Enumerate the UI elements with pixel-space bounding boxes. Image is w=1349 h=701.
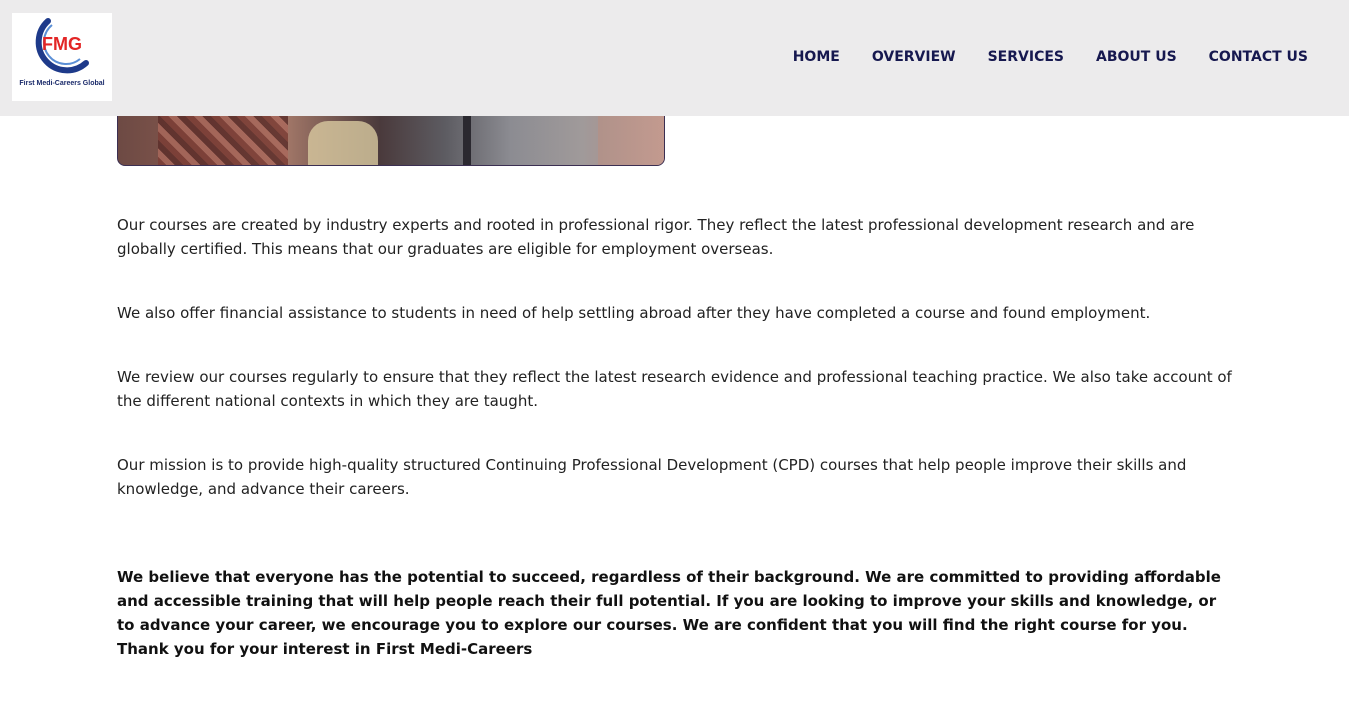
paragraph-mission: Our mission is to provide high-quality s… [117, 456, 1187, 498]
site-header: FMG First Medi-Careers Global HOME OVERV… [0, 0, 1349, 116]
photo-detail [308, 121, 378, 165]
nav-overview-link[interactable]: OVERVIEW [872, 49, 956, 65]
paragraph-financial-assistance: We also offer financial assistance to st… [117, 304, 1151, 322]
logo-subtitle: First Medi-Careers Global [19, 80, 105, 87]
nav-services-link[interactable]: SERVICES [988, 49, 1064, 65]
company-logo[interactable]: FMG First Medi-Careers Global [12, 13, 112, 101]
main-navigation: HOME OVERVIEW SERVICES ABOUT US CONTACT … [793, 49, 1308, 65]
paragraph-belief: We believe that everyone has the potenti… [117, 568, 1221, 658]
photo-detail [158, 111, 288, 165]
main-content: Our courses are created by industry expe… [117, 213, 1232, 701]
nav-contact-us-link[interactable]: CONTACT US [1209, 49, 1308, 65]
paragraph-courses: Our courses are created by industry expe… [117, 216, 1195, 258]
nav-home-link[interactable]: HOME [793, 49, 840, 65]
logo-mark: FMG [42, 34, 82, 54]
paragraph-course-review: We review our courses regularly to ensur… [117, 368, 1232, 410]
logo-mark-icon: FMG [35, 18, 89, 74]
nav-about-us-link[interactable]: ABOUT US [1096, 49, 1177, 65]
